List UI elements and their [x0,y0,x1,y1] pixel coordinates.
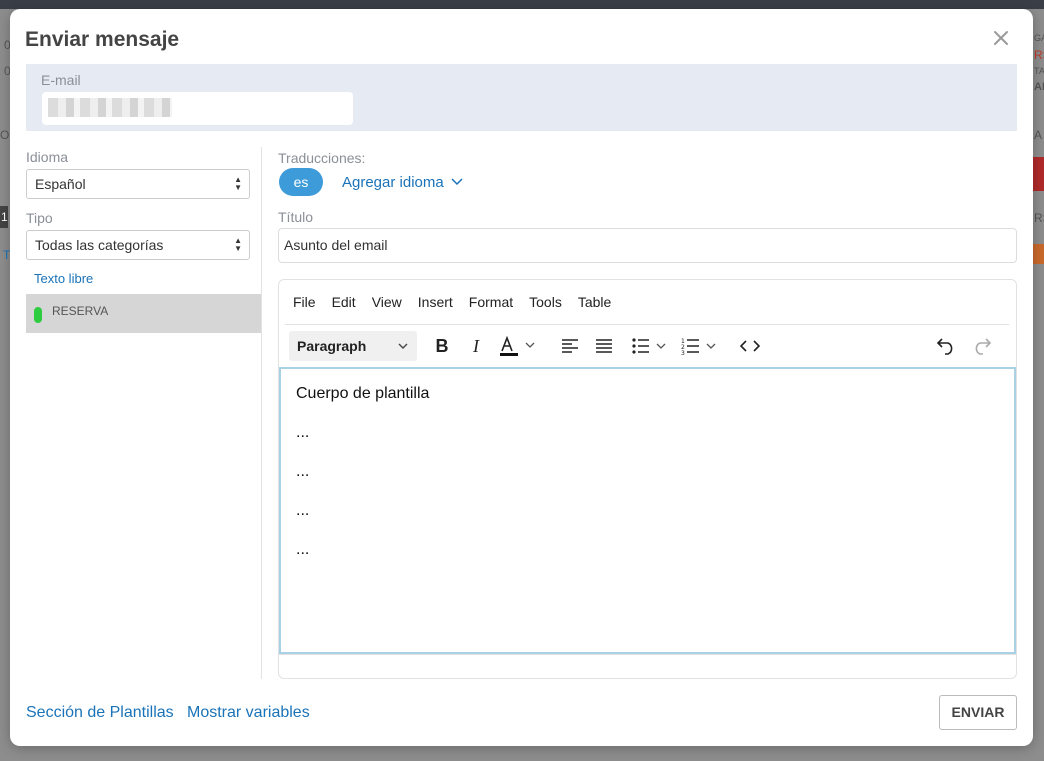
templates-section-link[interactable]: Sección de Plantillas [26,704,174,722]
menu-table[interactable]: Table [570,294,619,310]
menu-tools[interactable]: Tools [521,294,570,310]
rich-text-editor: File Edit View Insert Format Tools Table… [278,279,1017,679]
language-tab-es[interactable]: es [279,168,323,196]
body-line: ... [296,502,310,519]
backdrop-fragment: 1 [1,210,8,224]
bullet-list-icon [632,338,666,354]
backdrop-top-bar [0,0,1044,9]
bold-button[interactable]: B [429,331,455,361]
body-line: ... [296,541,310,558]
body-line: Cuerpo de plantilla [296,385,430,402]
bullet-list-button[interactable] [631,331,675,361]
backdrop-block [1032,157,1044,191]
send-button[interactable]: ENVIAR [939,695,1017,730]
block-format-value: Paragraph [297,338,367,354]
email-section: E-mail [26,64,1017,131]
menu-view[interactable]: View [364,294,410,310]
italic-icon: I [473,335,479,356]
source-code-button[interactable] [737,331,763,361]
italic-button[interactable]: I [463,331,489,361]
language-label: Idioma [26,149,69,165]
dialog-title: Enviar mensaje [25,28,180,51]
free-text-link[interactable]: Texto libre [34,271,93,286]
backdrop-fragment: TA [1034,66,1044,76]
title-label: Título [278,209,314,225]
chevron-down-icon[interactable] [450,175,464,189]
undo-icon [936,338,953,355]
language-select[interactable]: Español ▲ ▼ [26,169,250,199]
editor-statusbar [279,654,1016,678]
backdrop-fragment: GA [1034,33,1044,43]
close-button[interactable] [991,28,1011,48]
justify-icon [596,339,612,353]
body-line: ... [296,463,310,480]
bold-icon: B [435,335,449,356]
numbered-list-icon: 1 2 3 [681,338,716,355]
align-left-icon [562,339,578,353]
menu-file[interactable]: File [285,294,324,310]
template-item[interactable]: RESERVA [26,294,261,333]
redo-icon [975,338,992,355]
svg-text:3: 3 [681,350,685,355]
type-select[interactable]: Todas las categorías ▲ ▼ [26,230,250,260]
align-left-button[interactable] [557,331,583,361]
editor-toolbar: Paragraph B I 1 2 3 [285,324,1009,366]
status-indicator [34,307,42,323]
subject-input[interactable]: Asunto del email [278,228,1017,263]
block-format-select[interactable]: Paragraph [289,331,417,361]
menu-format[interactable]: Format [461,294,521,310]
backdrop-block [1032,244,1044,264]
show-variables-link[interactable]: Mostrar variables [187,704,310,722]
send-message-dialog: Enviar mensaje E-mail Idioma Español ▲ ▼ … [10,9,1033,746]
text-color-icon [500,335,535,356]
select-arrows-icon: ▲ ▼ [234,236,242,253]
code-icon [740,340,760,352]
menu-insert[interactable]: Insert [410,294,461,310]
numbered-list-button[interactable]: 1 2 3 [681,331,725,361]
type-label: Tipo [26,210,53,226]
undo-button[interactable] [933,331,959,361]
close-icon [994,31,1008,45]
text-color-button[interactable] [497,331,543,361]
backdrop-fragment: RS [1034,211,1044,225]
template-label: RESERVA [52,304,109,318]
filters-panel: Idioma Español ▲ ▼ Tipo Todas las categor… [26,149,261,288]
column-divider [261,147,262,679]
justify-button[interactable] [591,331,617,361]
body-line: ... [296,424,310,441]
add-language-button[interactable]: Agregar idioma [342,174,444,191]
translations-label: Traducciones: [278,150,366,166]
email-label: E-mail [41,72,81,88]
backdrop-fragment: RS [1034,48,1044,62]
editor-menubar: File Edit View Insert Format Tools Table [285,280,619,324]
backdrop-fragment: A [1034,128,1043,142]
email-field[interactable] [42,92,353,125]
chevron-down-icon [398,343,408,349]
type-selected-value: Todas las categorías [35,237,164,253]
menu-edit[interactable]: Edit [324,294,364,310]
editor-content-area[interactable]: Cuerpo de plantilla ... ... ... ... [279,367,1016,654]
redacted-email-value [48,98,172,117]
select-arrows-icon: ▲ ▼ [234,175,242,192]
redo-button[interactable] [969,331,995,361]
language-selected-value: Español [35,176,86,192]
backdrop-fragment: ARS [1034,81,1044,93]
